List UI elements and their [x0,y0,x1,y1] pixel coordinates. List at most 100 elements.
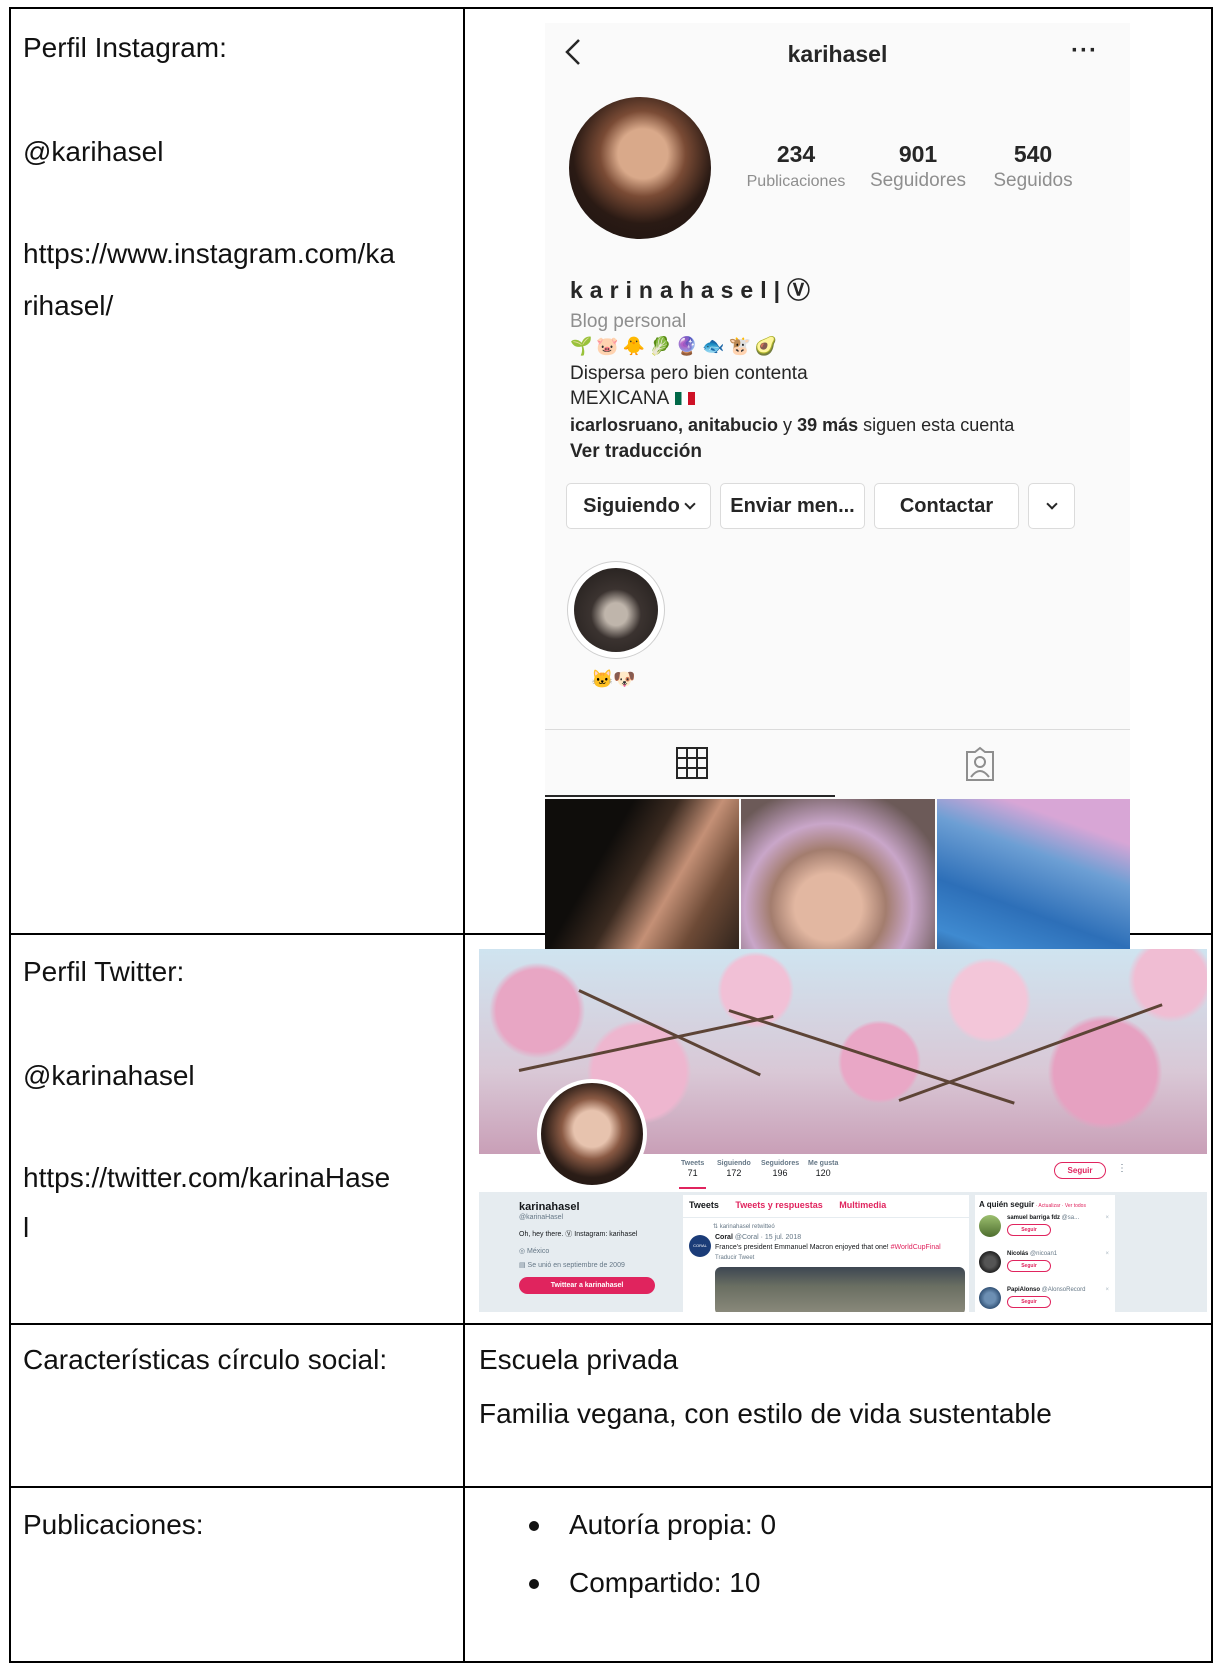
tab-tweets-replies[interactable]: Tweets y respuestas [735,1200,822,1210]
coral-avatar[interactable]: CORAL [689,1235,711,1257]
followers-stat[interactable]: Seguidores 196 [761,1160,799,1178]
active-tab-indicator [545,795,835,797]
social-circle-value-cell: Escuela privada Familia vegana, con esti… [467,1325,1211,1486]
tab-tweets[interactable]: Tweets [689,1200,719,1210]
likes-label: Me gusta [808,1160,839,1167]
list-item: Compartido: 10 [527,1566,776,1600]
posts-count: 234 [776,141,816,167]
tweet-body: France's president Emmanuel Macron enjoy… [715,1244,891,1251]
story-highlight-label: 🐱🐶 [591,669,636,689]
posts-label: Publicaciones [746,173,846,190]
instagram-url-line2[interactable]: rihasel/ [23,289,113,323]
followers-label: Seguidores [869,170,967,191]
instagram-category: Blog personal [570,311,687,332]
twitter-url-line1[interactable]: https://twitter.com/karinaHase [23,1161,390,1195]
followed-by-suffix: siguen esta cuenta [858,415,1015,435]
tweets-label: Tweets [681,1160,705,1167]
profile-table: Perfil Instagram: @karihasel https://www… [9,7,1213,1663]
social-circle-label: Características círculo social: [23,1344,388,1375]
twitter-avatar [537,1079,647,1189]
followers-stat[interactable]: 901 Seguidores [853,141,983,192]
tweets-stat[interactable]: Tweets 71 [678,1160,707,1189]
see-translation-link[interactable]: Ver traducción [570,441,702,463]
suggestion-name[interactable]: PapiAlonso @AlonsoRecord [1007,1287,1085,1293]
banner-branch [728,1009,1015,1105]
suggestion-display-name: Nicolás [1007,1251,1029,1257]
instagram-tabs [545,729,1130,797]
instagram-screenshot-cell: karihasel ··· 234 Publicaciones 901 Segu… [467,9,1211,958]
list-item: Autoría propia: 0 [527,1508,776,1542]
twitter-profile-card: karinahasel @karinaHasel Oh, hey there. … [519,1201,677,1294]
followers-label: Seguidores [761,1160,800,1167]
banner-branch [898,1003,1163,1102]
bullet-icon [529,1579,539,1589]
suggestion-avatar[interactable] [979,1251,1001,1273]
tweet-hashtag[interactable]: #WorldCupFinal [891,1244,941,1251]
twitter-display-name: karinahasel [519,1201,580,1213]
following-count: 172 [726,1168,742,1178]
tweet-to-button[interactable]: Twittear a karinahasel [519,1277,655,1294]
instagram-bio-line2-text: MEXICANA [570,388,670,409]
following-stat[interactable]: 540 Seguidos [973,141,1093,192]
suggestion-avatar[interactable] [979,1215,1001,1237]
more-options-icon[interactable]: ⋮ [1117,1163,1127,1174]
social-circle-line2: Familia vegana, con estilo de vida suste… [479,1398,1052,1429]
contact-button[interactable]: Contactar [874,483,1019,529]
translate-tweet-link[interactable]: Traducir Tweet [715,1255,754,1261]
story-highlight-image [574,568,658,652]
tab-divider [683,1217,969,1218]
following-stat[interactable]: Siguiendo 172 [717,1160,751,1178]
following-button-label: Siguiendo [583,495,680,517]
twitter-row-label: Perfil Twitter: [23,956,185,987]
suggestion-follow-button[interactable]: Seguir [1007,1224,1051,1236]
social-circle-label-cell: Características círculo social: [11,1325,465,1486]
suggestion-handle: @sa... [1060,1215,1080,1221]
suggestion-item: Nicolás @nicoan1 Seguir × [979,1251,1113,1281]
suggestion-follow-button[interactable]: Seguir [1007,1260,1051,1272]
twitter-handle: @karinahasel [23,1060,195,1091]
story-highlight[interactable] [567,561,665,659]
followed-by-names: icarlosruano, anitabucio [570,415,779,435]
following-button[interactable]: Siguiendo [566,483,711,529]
twitter-label-cell: Perfil Twitter: @karinahasel https://twi… [11,935,465,1323]
dismiss-icon[interactable]: × [1105,1287,1109,1293]
tweet-author[interactable]: Coral @Coral · 15 jul. 2018 [715,1234,801,1241]
suggestion-item: samuel barriga fdz @sa... Seguir × [979,1215,1113,1245]
shared-value: Compartido: 10 [569,1567,761,1598]
dismiss-icon[interactable]: × [1105,1251,1109,1257]
suggested-users-button[interactable] [1028,483,1075,529]
suggestion-avatar[interactable] [979,1287,1001,1309]
suggestion-display-name: PapiAlonso [1007,1287,1041,1293]
bullet-icon [529,1521,539,1531]
who-to-follow-links[interactable]: · Actualizar · Ver todos [1034,1203,1086,1209]
suggestion-name[interactable]: samuel barriga fdz @sa... [1007,1215,1079,1221]
who-to-follow-title: A quién seguir · Actualizar · Ver todos [979,1200,1086,1209]
likes-stat[interactable]: Me gusta 120 [808,1160,838,1178]
dismiss-icon[interactable]: × [1105,1215,1109,1221]
twitter-url-line2[interactable]: l [23,1211,29,1245]
message-button[interactable]: Enviar men... [720,483,865,529]
instagram-profile-screenshot: karihasel ··· 234 Publicaciones 901 Segu… [545,23,1130,958]
mexico-flag-icon [675,392,696,406]
instagram-bio-emojis: 🌱🐷🐥🥬🔮🐟🐮🥑 [570,336,782,356]
tweet-media-image[interactable] [715,1267,965,1312]
more-options-icon[interactable]: ··· [1071,37,1098,65]
suggestion-name[interactable]: Nicolás @nicoan1 [1007,1251,1057,1257]
followers-count: 196 [772,1168,788,1178]
instagram-bio-line2: MEXICANA [570,388,696,410]
chevron-down-icon [684,498,696,510]
posts-stat[interactable]: 234 Publicaciones [731,141,861,191]
suggestion-handle: @nicoan1 [1028,1251,1058,1257]
twitter-join-date: ▤ Se unió en septiembre de 2009 [519,1262,625,1269]
grid-icon[interactable] [675,746,709,780]
following-label: Seguidos [993,170,1073,191]
instagram-followed-by[interactable]: icarlosruano, anitabucio y 39 más siguen… [570,415,1014,436]
instagram-url-line1[interactable]: https://www.instagram.com/ka [23,237,395,271]
tab-media[interactable]: Multimedia [839,1200,886,1210]
follow-button[interactable]: Seguir [1054,1162,1106,1179]
suggestion-follow-button[interactable]: Seguir [1007,1296,1051,1308]
social-circle-row: Características círculo social: Escuela … [11,1325,1211,1488]
tagged-user-icon[interactable] [963,746,997,782]
instagram-row: Perfil Instagram: @karihasel https://www… [11,9,1211,958]
followed-by-y: y [778,415,798,435]
